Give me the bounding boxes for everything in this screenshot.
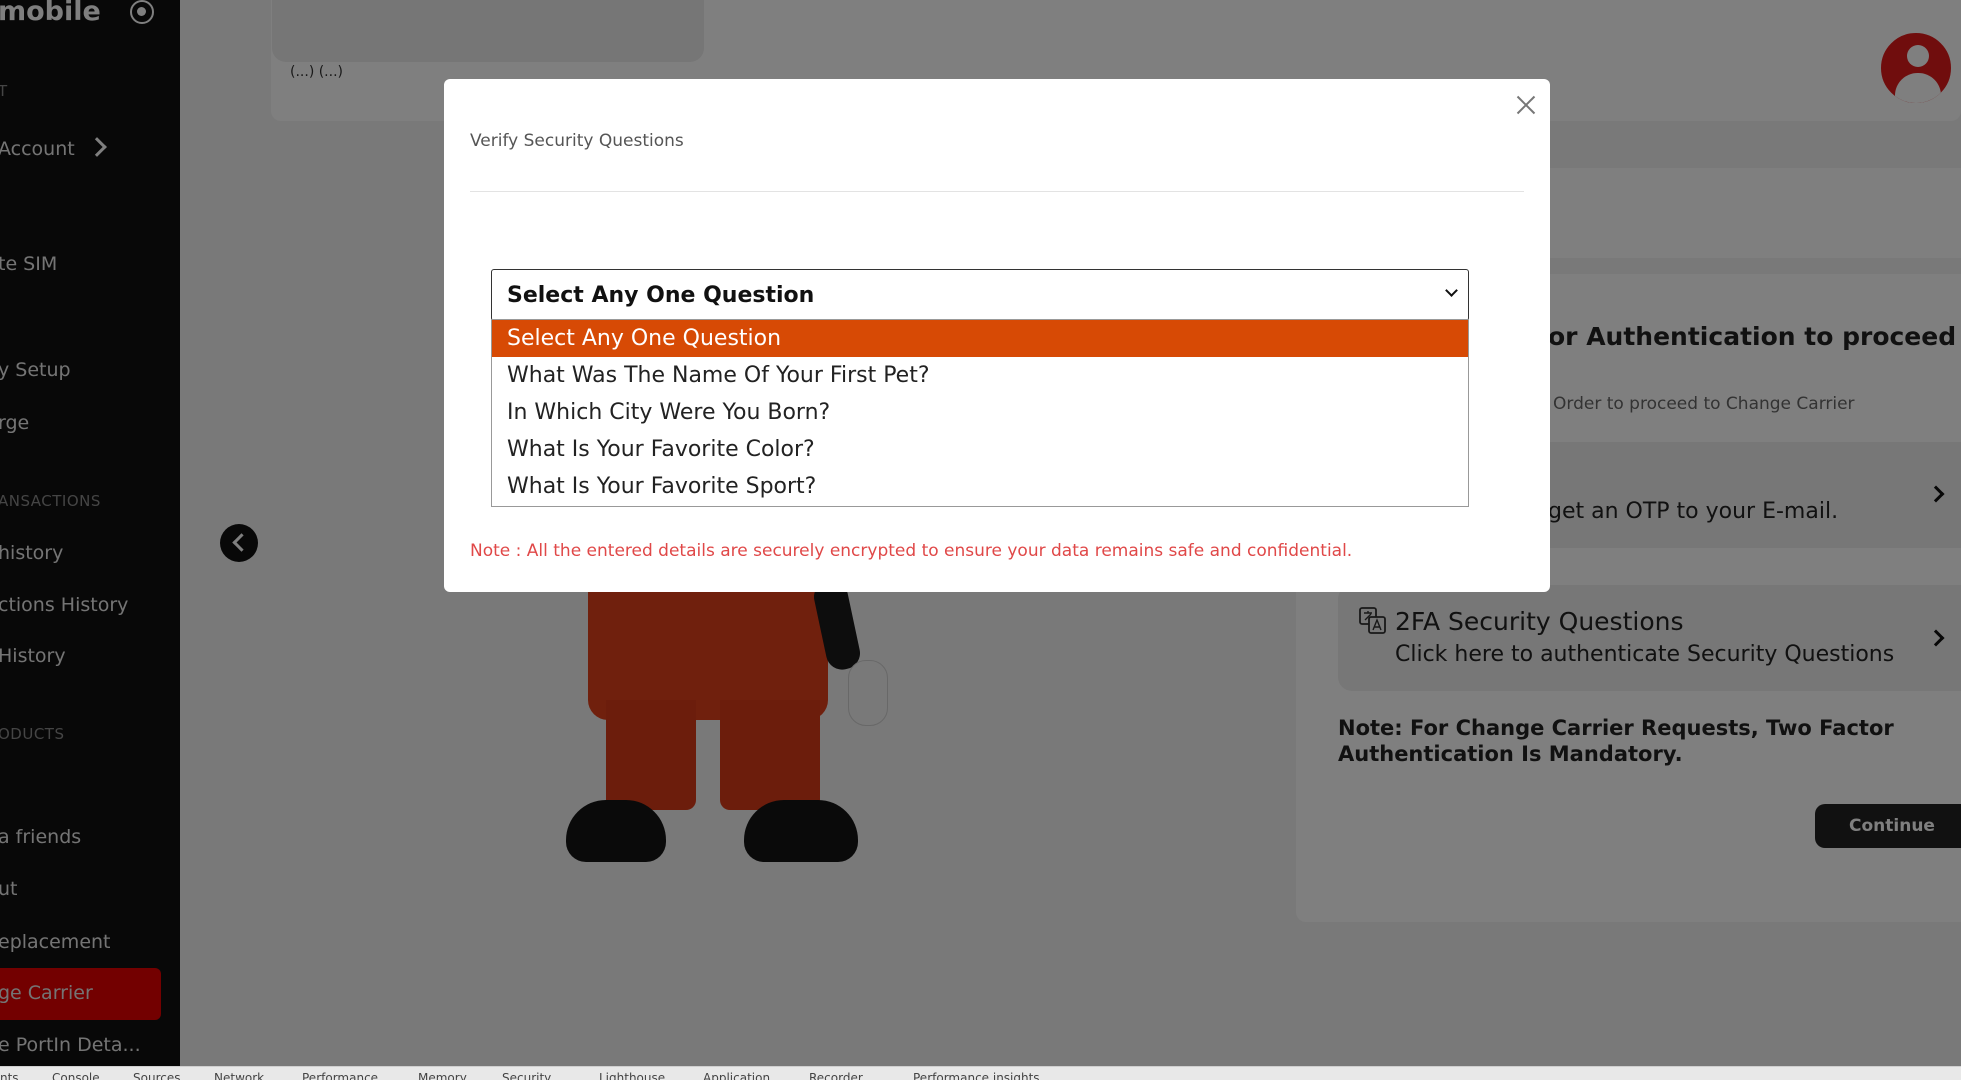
select-selected-value: Select Any One Question (507, 283, 815, 308)
chevron-down-icon (1445, 284, 1458, 297)
devtools-tab-security[interactable]: Security (502, 1071, 551, 1080)
devtools-tab-performance-insights[interactable]: Performance insights (913, 1071, 1040, 1080)
devtools-tab-sources[interactable]: Sources (133, 1071, 180, 1080)
devtools-tab-recorder[interactable]: Recorder (809, 1071, 863, 1080)
close-icon[interactable] (1510, 89, 1542, 121)
dropdown-option[interactable]: In Which City Were You Born? (492, 394, 1468, 431)
dropdown-option[interactable]: What Was The Name Of Your First Pet? (492, 357, 1468, 394)
security-question-select[interactable]: Select Any One Question (491, 269, 1469, 321)
devtools-tab-bar: nts Console Sources Network Performance … (0, 1066, 1961, 1080)
encryption-note: Note : All the entered details are secur… (470, 541, 1353, 561)
devtools-tab-lighthouse[interactable]: Lighthouse (599, 1071, 665, 1080)
devtools-tab-network[interactable]: Network (214, 1071, 264, 1080)
modal-title: Verify Security Questions (470, 131, 684, 151)
devtools-tab-application[interactable]: Application (703, 1071, 770, 1080)
devtools-tab-performance[interactable]: Performance (302, 1071, 378, 1080)
modal-divider (470, 191, 1524, 192)
devtools-tab-elements[interactable]: nts (0, 1071, 19, 1080)
dropdown-option[interactable]: Select Any One Question (492, 320, 1468, 357)
devtools-tab-console[interactable]: Console (52, 1071, 100, 1080)
security-question-dropdown: Select Any One Question What Was The Nam… (491, 319, 1469, 507)
dropdown-option[interactable]: What Is Your Favorite Color? (492, 431, 1468, 468)
devtools-tab-memory[interactable]: Memory (418, 1071, 467, 1080)
verify-security-questions-modal: Verify Security Questions Select Any One… (444, 79, 1550, 592)
dropdown-option[interactable]: What Is Your Favorite Sport? (492, 468, 1468, 505)
